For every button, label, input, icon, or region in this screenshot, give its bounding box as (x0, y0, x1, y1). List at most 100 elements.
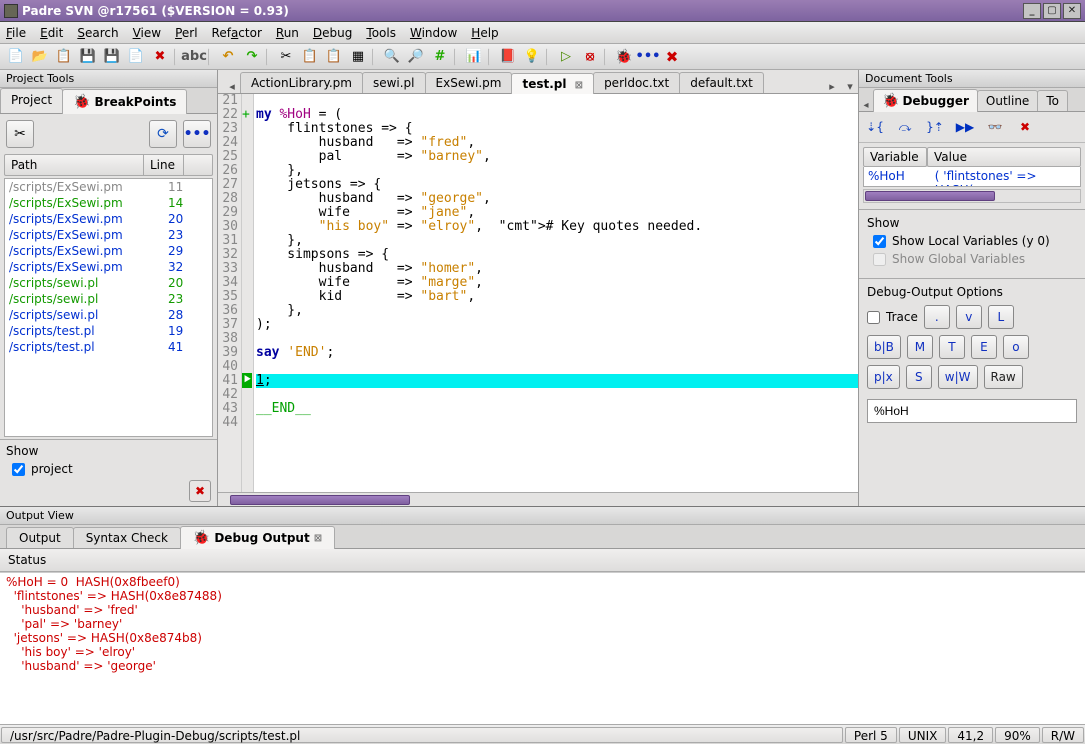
refresh-button[interactable]: ⟳ (149, 120, 177, 148)
step-in-icon[interactable]: ⇣{ (865, 118, 885, 136)
col-line[interactable]: Line (144, 155, 184, 175)
tabs-scroll-left-icon[interactable]: ◂ (224, 80, 240, 93)
show-global-check[interactable]: Show Global Variables (873, 252, 1077, 266)
t-button[interactable]: T (939, 335, 965, 359)
bookmark-icon[interactable]: 📕 (498, 47, 518, 67)
menu-view[interactable]: View (133, 26, 161, 40)
close-file-icon[interactable]: ✖ (150, 47, 170, 67)
tab-debugger[interactable]: 🐞 Debugger (873, 89, 978, 112)
s-button[interactable]: S (906, 365, 932, 389)
editor-hscroll[interactable] (218, 492, 858, 506)
show-project-check[interactable]: project (12, 462, 211, 476)
e-button[interactable]: E (971, 335, 997, 359)
menu-window[interactable]: Window (410, 26, 457, 40)
trace-checkbox[interactable] (867, 311, 880, 324)
debug-stop-icon[interactable]: ✖ (662, 47, 682, 67)
breakpoints-list[interactable]: /scripts/ExSewi.pm11/scripts/ExSewi.pm14… (4, 178, 213, 437)
m-button[interactable]: M (907, 335, 933, 359)
redo-icon[interactable]: ↷ (242, 47, 262, 67)
file-tab[interactable]: ActionLibrary.pm (240, 72, 363, 93)
comment-icon[interactable]: # (430, 47, 450, 67)
breakpoint-row[interactable]: /scripts/sewi.pl28 (5, 307, 212, 323)
file-tab[interactable]: default.txt (679, 72, 764, 93)
ww-button[interactable]: w|W (938, 365, 978, 389)
new-file-icon[interactable]: 📄 (6, 47, 26, 67)
variables-hscroll[interactable] (863, 189, 1081, 203)
select-all-icon[interactable]: ▦ (348, 47, 368, 67)
cut-icon[interactable]: ✂ (276, 47, 296, 67)
col-path[interactable]: Path (5, 155, 144, 175)
undo-icon[interactable]: ↶ (218, 47, 238, 67)
menu-search[interactable]: Search (77, 26, 118, 40)
breakpoint-row[interactable]: /scripts/ExSewi.pm20 (5, 211, 212, 227)
debug-options-icon[interactable]: ••• (638, 47, 658, 67)
minimize-button[interactable]: _ (1023, 3, 1041, 19)
expression-input[interactable] (867, 399, 1077, 423)
scroll-thumb[interactable] (865, 191, 995, 201)
save-as-icon[interactable]: 💾 (102, 47, 122, 67)
menu-file[interactable]: File (6, 26, 26, 40)
debug-output-body[interactable]: %HoH = 0 HASH(0x8fbeef0) 'flintstones' =… (0, 572, 1085, 724)
breakpoint-row[interactable]: /scripts/ExSewi.pm14 (5, 195, 212, 211)
tabs-scroll-left-icon[interactable]: ◂ (859, 100, 873, 111)
breakpoint-row[interactable]: /scripts/ExSewi.pm32 (5, 259, 212, 275)
tab-breakpoints[interactable]: 🐞 BreakPoints (62, 89, 187, 114)
menu-edit[interactable]: Edit (40, 26, 63, 40)
debug-icon[interactable]: 🐞 (614, 47, 634, 67)
copy-icon[interactable]: 📋 (300, 47, 320, 67)
close-icon[interactable]: ⊠ (314, 533, 322, 544)
step-over-icon[interactable]: ⤼ (895, 118, 915, 136)
replace-icon[interactable]: 🔎 (406, 47, 426, 67)
close-icon[interactable]: ⊠ (575, 80, 583, 91)
tab-syntax-check[interactable]: Syntax Check (73, 527, 181, 548)
file-tab[interactable]: perldoc.txt (593, 72, 680, 93)
v-button[interactable]: v (956, 305, 982, 329)
tab-todo[interactable]: To (1037, 90, 1068, 111)
show-local-checkbox[interactable] (873, 235, 886, 248)
dot-button[interactable]: . (924, 305, 950, 329)
col-extra[interactable] (184, 155, 212, 175)
trace-check[interactable]: Trace (867, 305, 918, 329)
quit-debugger-icon[interactable]: ✖ (1015, 118, 1035, 136)
breakpoint-row[interactable]: /scripts/ExSewi.pm29 (5, 243, 212, 259)
close-window-button[interactable]: ✕ (1063, 3, 1081, 19)
o-button[interactable]: o (1003, 335, 1029, 359)
bb-button[interactable]: b|B (867, 335, 901, 359)
code-editor[interactable]: 21 22 23 24 25 26 27 28 29 30 31 32 33 3… (218, 94, 858, 492)
col-variable[interactable]: Variable (863, 147, 927, 167)
breakpoint-row[interactable]: /scripts/sewi.pl23 (5, 291, 212, 307)
menu-refactor[interactable]: Refactor (212, 26, 262, 40)
raw-button[interactable]: Raw (984, 365, 1023, 389)
tabs-scroll-right-icon[interactable]: ▸ (824, 80, 840, 93)
stop-icon[interactable]: ⦻ (580, 47, 600, 67)
doc-stats-icon[interactable]: 📊 (464, 47, 484, 67)
more-button[interactable]: ••• (183, 120, 211, 148)
show-local-check[interactable]: Show Local Variables (y 0) (873, 234, 1077, 248)
menu-run[interactable]: Run (276, 26, 299, 40)
code-body[interactable]: my %HoH = ( flintstones => { husband => … (254, 94, 858, 492)
menu-tools[interactable]: Tools (366, 26, 396, 40)
tab-outline[interactable]: Outline (977, 90, 1038, 111)
find-icon[interactable]: 🔍 (382, 47, 402, 67)
step-out-icon[interactable]: }⇡ (925, 118, 945, 136)
show-project-checkbox[interactable] (12, 463, 25, 476)
menu-perl[interactable]: Perl (175, 26, 197, 40)
breakpoint-row[interactable]: /scripts/test.pl41 (5, 339, 212, 355)
l-button[interactable]: L (988, 305, 1014, 329)
delete-breakpoint-button[interactable]: ✂ (6, 120, 34, 148)
tab-debug-output[interactable]: 🐞 Debug Output ⊠ (180, 526, 335, 549)
tabs-menu-icon[interactable]: ▾ (842, 80, 858, 93)
breakpoint-row[interactable]: /scripts/test.pl19 (5, 323, 212, 339)
fold-gutter[interactable]: + ⯈ (242, 94, 254, 492)
run-icon[interactable]: ▷ (556, 47, 576, 67)
tab-output[interactable]: Output (6, 527, 74, 548)
menu-help[interactable]: Help (471, 26, 498, 40)
new-doc-icon[interactable]: 📋 (54, 47, 74, 67)
delete-all-button[interactable]: ✖ (189, 480, 211, 502)
file-tab[interactable]: sewi.pl (362, 72, 426, 93)
col-value[interactable]: Value (927, 147, 1081, 167)
open-file-icon[interactable]: 📂 (30, 47, 50, 67)
open-example-icon[interactable]: 📄 (126, 47, 146, 67)
file-tab[interactable]: test.pl ⊠ (511, 73, 594, 94)
save-icon[interactable]: 💾 (78, 47, 98, 67)
